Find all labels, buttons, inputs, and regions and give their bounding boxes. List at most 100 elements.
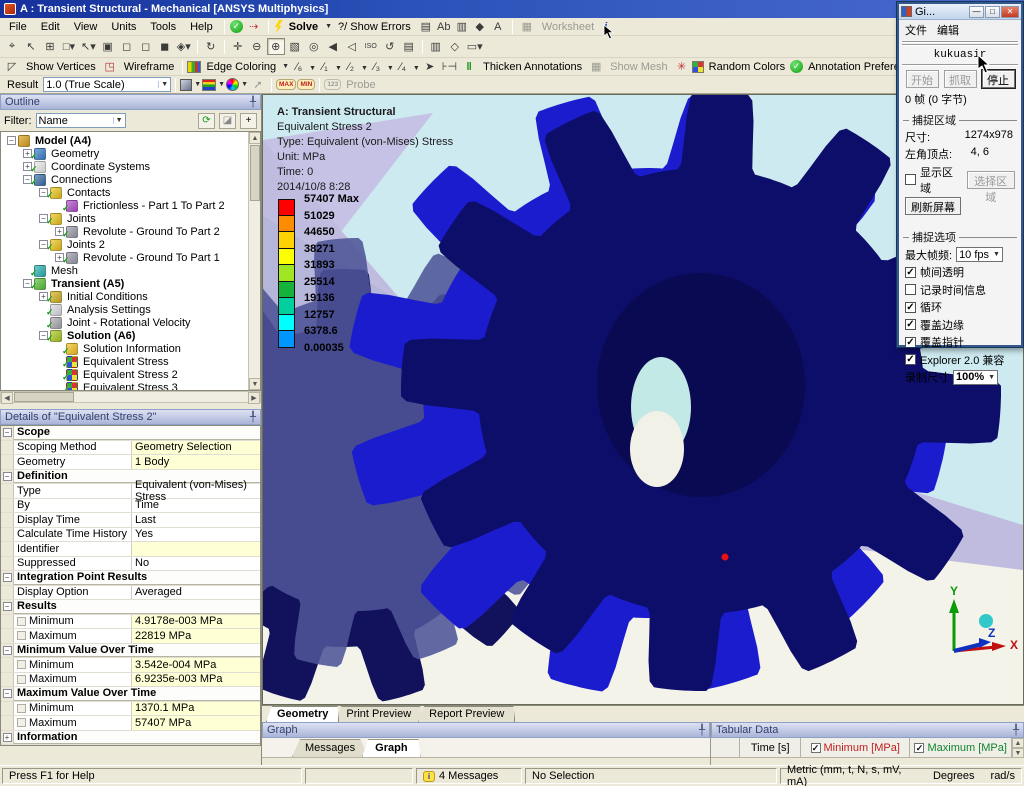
chart-icon[interactable]: ▥ [453, 18, 471, 35]
random-colors-button[interactable]: Random Colors [705, 61, 789, 73]
pan-icon[interactable]: ✛ [229, 38, 247, 55]
pointer-mode-icon[interactable]: ↖ [22, 38, 40, 55]
geometry-display-dropdown[interactable]: ▼ [194, 81, 201, 88]
refresh-tree-icon[interactable]: ⟳ [198, 113, 215, 129]
details-section-information[interactable]: Information [14, 731, 260, 745]
remote-point-icon[interactable]: ⇢ [245, 18, 263, 35]
menu-help[interactable]: Help [184, 20, 219, 34]
select-edge-icon[interactable]: ◻ [118, 38, 136, 55]
details-value[interactable]: 3.542e-004 MPa [132, 658, 260, 672]
scale-bars-icon[interactable]: ⊦⊣ [440, 58, 459, 75]
menu-tools[interactable]: Tools [144, 20, 182, 34]
solve-status-icon[interactable]: ✓ [230, 20, 243, 33]
refresh-screen-button[interactable]: 刷新屏幕 [905, 197, 961, 215]
edge-direction-dropdown-2[interactable]: ▼ [335, 65, 342, 72]
capture-start-button[interactable]: 开始 [906, 70, 939, 88]
section-expander[interactable]: − [3, 689, 12, 698]
section-expander[interactable]: − [3, 573, 12, 582]
contour-style-dropdown[interactable]: ▼ [241, 81, 248, 88]
tree-item-geometry[interactable]: +✓Geometry [1, 147, 260, 160]
tree-item-analysis-settings[interactable]: ✓Analysis Settings [1, 303, 260, 316]
menu-file[interactable]: File [3, 20, 33, 34]
filter-name-combo[interactable]: Name ▼ [36, 113, 126, 128]
viewport-tab-print-preview[interactable]: Print Preview [335, 706, 422, 722]
zoom-fit-icon[interactable]: ◎ [305, 38, 323, 55]
tree-item-equivalent-stress-3[interactable]: ✓Equivalent Stress 3 [1, 381, 260, 391]
select-region-button[interactable]: 选择区域 [967, 171, 1016, 189]
iso-view-icon[interactable]: ISO [362, 38, 380, 55]
record-size-combo[interactable]: 100%▼ [953, 370, 998, 385]
tree-item-model-a4[interactable]: −Model (A4) [1, 134, 260, 147]
edge-direction-icon-5[interactable]: ∕₄ [394, 58, 412, 75]
section-expander[interactable]: − [3, 646, 12, 655]
rotate-icon[interactable]: ↻ [202, 38, 220, 55]
tree-item-equivalent-stress[interactable]: ✓Equivalent Stress [1, 355, 260, 368]
details-pin-icon[interactable]: ╀ [250, 412, 256, 423]
tree-item-contacts[interactable]: −✓Contacts [1, 186, 260, 199]
section-expander[interactable]: − [3, 472, 12, 481]
filter-clear-icon[interactable]: ◪ [219, 113, 236, 129]
min-column-checkbox[interactable]: ✓ [811, 743, 821, 753]
details-value[interactable]: No [132, 557, 260, 571]
window-layout-icon[interactable]: ▭▾ [465, 38, 485, 55]
details-value[interactable]: Equivalent (von-Mises) Stress [132, 484, 260, 498]
tree-item-solution-a6[interactable]: −✓Solution (A6) [1, 329, 260, 342]
pin-annotation-icon[interactable]: ➤ [421, 58, 439, 75]
edge-direction-dropdown-5[interactable]: ▼ [413, 65, 420, 72]
contour-style-icon[interactable] [226, 78, 239, 91]
coordinate-pick-icon[interactable]: ⊞ [41, 38, 59, 55]
select-geometry-icon[interactable]: □▾ [60, 38, 78, 55]
tree-item-joint-rotational-velocity[interactable]: ✓Joint - Rotational Velocity [1, 316, 260, 329]
outline-pin-icon[interactable]: ╀ [250, 97, 256, 108]
edge-direction-dropdown-3[interactable]: ▼ [361, 65, 368, 72]
details-value[interactable]: Geometry Selection [132, 441, 260, 455]
solve-dropdown[interactable]: ▼ [325, 23, 332, 30]
tabular-scrollbar[interactable]: ▲▼ [1012, 738, 1024, 757]
graph-pin-icon[interactable]: ╀ [699, 725, 705, 736]
menu-units[interactable]: Units [105, 20, 142, 34]
tree-item-initial-conditions[interactable]: +✓Initial Conditions [1, 290, 260, 303]
zoom-out-icon[interactable]: ⊖ [248, 38, 266, 55]
details-value[interactable]: Yes [132, 528, 260, 542]
details-value[interactable]: Last [132, 513, 260, 527]
edge-direction-dropdown-4[interactable]: ▼ [387, 65, 394, 72]
capture-menu-file[interactable]: 文件 [905, 22, 927, 38]
capture-option-checkbox[interactable]: ✓ [905, 302, 916, 313]
capture-option-checkbox[interactable]: ✓ [905, 337, 916, 348]
worksheet-button[interactable]: Worksheet [538, 21, 598, 33]
annotation-preferences-button[interactable]: Annotation Prefere [804, 61, 904, 73]
capture-title-bar[interactable]: Gi... — □ ✕ [899, 4, 1021, 20]
ruler-icon[interactable]: ▥ [427, 38, 445, 55]
section-expander[interactable]: − [3, 428, 12, 437]
edge-direction-icon-1[interactable]: ∕₆ [290, 58, 308, 75]
viewport-tab-geometry[interactable]: Geometry [266, 706, 339, 722]
details-section-integration-point-results[interactable]: Integration Point Results [14, 571, 260, 585]
edge-direction-icon-4[interactable]: ∕₃ [368, 58, 386, 75]
capture-tool-window[interactable]: Gi... — □ ✕ 文件 编辑 kukuasir 开始 抓取 停止 0 帧 … [897, 2, 1023, 347]
tree-item-joints[interactable]: −✓Joints [1, 212, 260, 225]
details-value[interactable]: 1370.1 MPa [132, 702, 260, 716]
capture-minimize-button[interactable]: — [969, 6, 984, 18]
show-mesh-button[interactable]: Show Mesh [606, 61, 671, 73]
details-value[interactable]: 1 Body [132, 455, 260, 469]
tabular-pin-icon[interactable]: ╀ [1013, 725, 1019, 736]
edge-coloring-dropdown[interactable]: ▼ [282, 63, 289, 70]
details-section-maximum-value-over-time[interactable]: Maximum Value Over Time [14, 687, 260, 701]
select-mode-icon[interactable]: ↖▾ [79, 38, 98, 55]
viewport-tab-report-preview[interactable]: Report Preview [418, 706, 515, 722]
details-value[interactable]: 4.9178e-003 MPa [132, 615, 260, 629]
section-expander[interactable]: − [3, 602, 12, 611]
bottom-tab-graph[interactable]: Graph [362, 739, 420, 757]
status-messages[interactable]: i 4 Messages [416, 768, 522, 784]
bottom-tab-messages[interactable]: Messages [292, 739, 368, 757]
select-face-icon[interactable]: ◻ [137, 38, 155, 55]
menu-edit[interactable]: Edit [35, 20, 66, 34]
thicken-annotations-button[interactable]: Thicken Annotations [479, 61, 586, 73]
tabular-min-column[interactable]: ✓ Minimum [MPa] [801, 738, 910, 757]
tree-item-revolute-ground-to-part-1[interactable]: +✓Revolute - Ground To Part 1 [1, 251, 260, 264]
tag-icon[interactable]: ◇ [446, 38, 464, 55]
edge-direction-dropdown-1[interactable]: ▼ [309, 65, 316, 72]
tree-item-revolute-ground-to-part-2[interactable]: +✓Revolute - Ground To Part 2 [1, 225, 260, 238]
details-value[interactable]: Time [132, 499, 260, 513]
show-vertices-button[interactable]: Show Vertices [22, 61, 100, 73]
